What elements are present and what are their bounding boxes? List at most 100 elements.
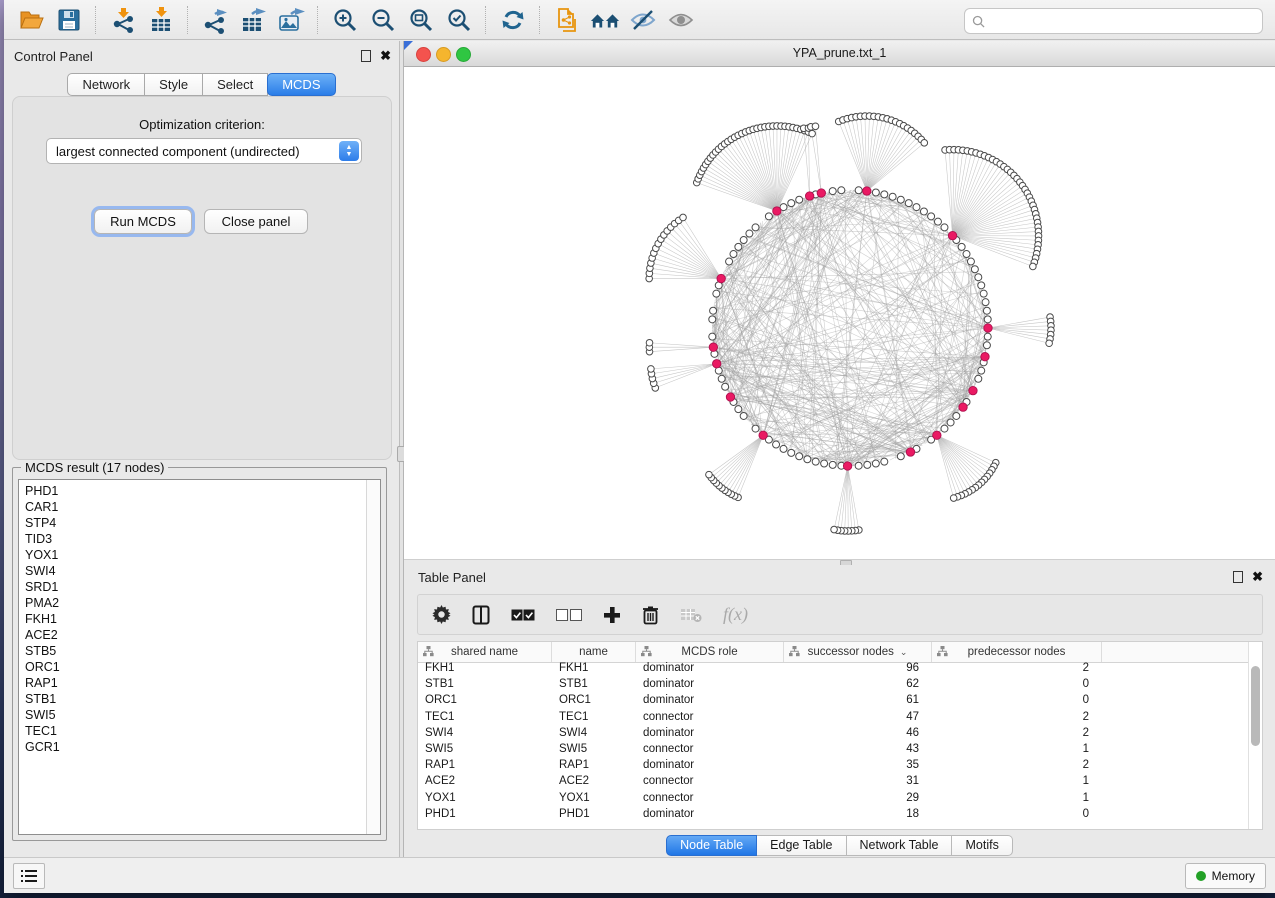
- export-image-icon[interactable]: [276, 5, 306, 35]
- cell-successor-nodes: 47: [784, 711, 932, 727]
- network-window-titlebar[interactable]: YPA_prune.txt_1: [404, 41, 1275, 67]
- table-row[interactable]: ORC1ORC1dominator610: [418, 694, 1249, 710]
- select-all-checkboxes-icon[interactable]: [511, 603, 535, 627]
- cell-name: SWI4: [552, 727, 636, 743]
- cell-successor-nodes: 96: [784, 662, 932, 678]
- tab-select[interactable]: Select: [203, 73, 268, 96]
- mcds-result-title: MCDS result (17 nodes): [21, 460, 168, 475]
- tab-style[interactable]: Style: [145, 73, 203, 96]
- cell-predecessor-nodes: 1: [932, 743, 1102, 759]
- mcds-result-item[interactable]: RAP1: [19, 675, 366, 691]
- cell-predecessor-nodes: 1: [932, 775, 1102, 791]
- mcds-result-item[interactable]: PHD1: [19, 483, 366, 499]
- tab-motifs[interactable]: Motifs: [952, 835, 1012, 856]
- column-header-successor-nodes[interactable]: successor nodes⌄: [784, 642, 932, 662]
- add-column-icon[interactable]: [603, 603, 621, 627]
- table-row[interactable]: FKH1FKH1dominator962: [418, 662, 1249, 678]
- refresh-icon[interactable]: [498, 5, 528, 35]
- control-panel: Control Panel ✖ NetworkStyleSelectMCDS O…: [4, 41, 399, 858]
- hide-selected-icon[interactable]: [628, 5, 658, 35]
- show-columns-icon[interactable]: [472, 603, 490, 627]
- tab-network-table[interactable]: Network Table: [847, 835, 953, 856]
- export-table-icon[interactable]: [238, 5, 268, 35]
- mcds-result-list[interactable]: PHD1CAR1STP4TID3YOX1SWI4SRD1PMA2FKH1ACE2…: [18, 479, 381, 835]
- mcds-result-item[interactable]: CAR1: [19, 499, 366, 515]
- mcds-result-item[interactable]: YOX1: [19, 547, 366, 563]
- table-row[interactable]: SWI4SWI4dominator462: [418, 727, 1249, 743]
- run-mcds-button[interactable]: Run MCDS: [94, 209, 192, 234]
- mcds-result-item[interactable]: SRD1: [19, 579, 366, 595]
- column-header-name[interactable]: name: [552, 642, 636, 662]
- main-toolbar: [4, 0, 1275, 40]
- zoom-selected-icon[interactable]: [444, 5, 474, 35]
- function-builder-icon[interactable]: f(x): [723, 603, 748, 627]
- duplicate-network-icon[interactable]: [552, 5, 582, 35]
- optimization-criterion-select[interactable]: largest connected component (undirected)…: [46, 138, 362, 164]
- close-panel-icon[interactable]: ✖: [1252, 572, 1263, 582]
- mcds-result-item[interactable]: FKH1: [19, 611, 366, 627]
- zoom-out-icon[interactable]: [368, 5, 398, 35]
- delete-column-icon[interactable]: [642, 603, 659, 627]
- cell-successor-nodes: 62: [784, 678, 932, 694]
- network-title: YPA_prune.txt_1: [404, 46, 1275, 60]
- import-table-icon[interactable]: [146, 5, 176, 35]
- memory-status-icon: [1196, 871, 1206, 881]
- memory-button[interactable]: Memory: [1185, 863, 1266, 889]
- mcds-result-item[interactable]: TID3: [19, 531, 366, 547]
- tab-edge-table[interactable]: Edge Table: [757, 835, 846, 856]
- deselect-all-checkboxes-icon[interactable]: [556, 603, 582, 627]
- mcds-result-item[interactable]: TEC1: [19, 723, 366, 739]
- table-row[interactable]: STB1STB1dominator620: [418, 678, 1249, 694]
- mcds-result-item[interactable]: ORC1: [19, 659, 366, 675]
- zoom-fit-icon[interactable]: [406, 5, 436, 35]
- column-header-MCDS-role[interactable]: MCDS role: [636, 642, 784, 662]
- mcds-result-item[interactable]: STB1: [19, 691, 366, 707]
- close-panel-button[interactable]: Close panel: [204, 209, 308, 234]
- cell-successor-nodes: 61: [784, 694, 932, 710]
- table-row[interactable]: TEC1TEC1connector472: [418, 711, 1249, 727]
- save-session-icon[interactable]: [54, 5, 84, 35]
- table-scrollbar[interactable]: [1248, 642, 1262, 829]
- float-panel-icon[interactable]: [361, 50, 371, 62]
- open-file-icon[interactable]: [16, 5, 46, 35]
- task-history-button[interactable]: [13, 863, 45, 889]
- scrollbar-thumb[interactable]: [1251, 666, 1260, 746]
- tab-mcds[interactable]: MCDS: [267, 73, 335, 96]
- network-canvas[interactable]: [404, 67, 1275, 559]
- column-header-predecessor-nodes[interactable]: predecessor nodes: [932, 642, 1102, 662]
- column-header-shared-name[interactable]: shared name: [418, 642, 552, 662]
- export-network-icon[interactable]: [200, 5, 230, 35]
- show-all-icon[interactable]: [666, 5, 696, 35]
- cell-predecessor-nodes: 2: [932, 711, 1102, 727]
- delete-table-icon[interactable]: [680, 603, 702, 627]
- table-row[interactable]: ACE2ACE2connector311: [418, 775, 1249, 791]
- cell-MCDS-role: dominator: [636, 678, 784, 694]
- import-network-icon[interactable]: [108, 5, 138, 35]
- mcds-result-item[interactable]: GCR1: [19, 739, 366, 755]
- mcds-result-item[interactable]: STP4: [19, 515, 366, 531]
- search-input[interactable]: [990, 13, 1262, 29]
- float-panel-icon[interactable]: [1233, 571, 1243, 583]
- mcds-result-item[interactable]: PMA2: [19, 595, 366, 611]
- table-row[interactable]: PHD1PHD1dominator180: [418, 808, 1249, 824]
- tab-network[interactable]: Network: [67, 73, 145, 96]
- cell-MCDS-role: dominator: [636, 662, 784, 678]
- mcds-list-scrollbar[interactable]: [366, 480, 380, 834]
- mcds-result-item[interactable]: SWI5: [19, 707, 366, 723]
- mcds-result-item[interactable]: STB5: [19, 643, 366, 659]
- close-panel-icon[interactable]: ✖: [380, 51, 391, 61]
- settings-gear-icon[interactable]: [432, 603, 451, 627]
- network-graph: [404, 67, 1275, 559]
- table-row[interactable]: YOX1YOX1connector291: [418, 792, 1249, 808]
- cell-shared-name: ORC1: [418, 694, 552, 710]
- zoom-in-icon[interactable]: [330, 5, 360, 35]
- table-row[interactable]: SWI5SWI5connector431: [418, 743, 1249, 759]
- cell-successor-nodes: 18: [784, 808, 932, 824]
- table-row[interactable]: RAP1RAP1dominator352: [418, 759, 1249, 775]
- first-neighbors-icon[interactable]: [590, 5, 620, 35]
- mcds-result-item[interactable]: SWI4: [19, 563, 366, 579]
- mcds-result-item[interactable]: ACE2: [19, 627, 366, 643]
- table-panel-title: Table Panel: [418, 570, 486, 585]
- cell-predecessor-nodes: 2: [932, 727, 1102, 743]
- tab-node-table[interactable]: Node Table: [666, 835, 757, 856]
